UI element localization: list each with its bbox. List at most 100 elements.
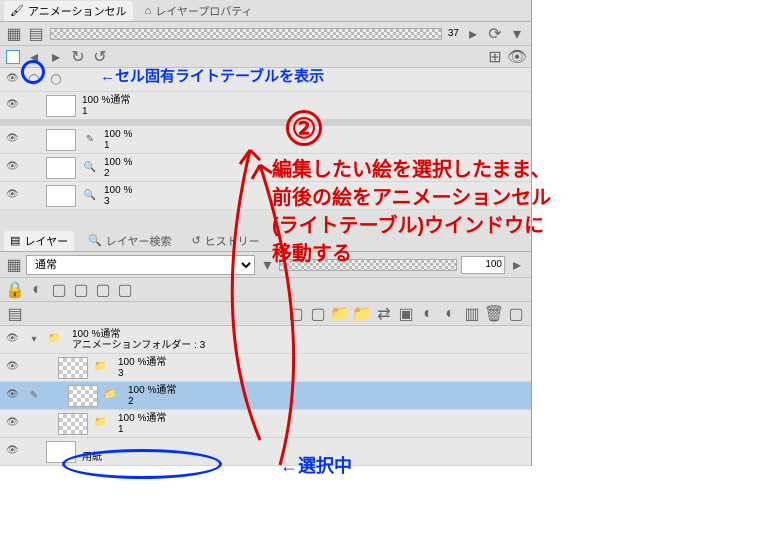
layers-icon: ▤ bbox=[10, 234, 20, 247]
palette-icon[interactable]: ▦ bbox=[6, 257, 22, 273]
cel-toolbar: ▦ ▤ 37 ▸ ⟳ ▾ bbox=[0, 22, 531, 46]
layer-toolbar: ▦ 通常 ▾ ▸ bbox=[0, 252, 531, 278]
layer-thumbnail bbox=[46, 157, 76, 179]
layer-label: 100 %通常 アニメーションフォルダー : 3 bbox=[72, 329, 205, 351]
trash-icon[interactable]: 🗑 bbox=[485, 306, 503, 322]
tab-animation-cel[interactable]: 🖌 アニメーションセル bbox=[4, 1, 133, 21]
search-icon: 🔍 bbox=[88, 234, 102, 247]
loop2-icon[interactable]: ↺ bbox=[92, 49, 108, 65]
tab-history[interactable]: ↺ ヒストリー bbox=[185, 231, 265, 251]
tab-layer[interactable]: ▤ レイヤー bbox=[4, 231, 74, 251]
cel-row-1[interactable]: 👁 ✎ 100 % 1 bbox=[0, 126, 531, 154]
merge-icon[interactable]: ▣ bbox=[397, 306, 415, 322]
visibility-icon[interactable]: 👁 bbox=[6, 133, 20, 147]
next-icon[interactable]: ▸ bbox=[48, 49, 64, 65]
light-table-icon[interactable]: ◯ bbox=[26, 72, 42, 88]
panel-icon[interactable]: ▤ bbox=[6, 306, 24, 322]
prev-icon[interactable]: ◂ bbox=[26, 49, 42, 65]
eye-icon[interactable]: 👁 bbox=[509, 49, 525, 65]
new-folder-2-icon[interactable]: 📁 bbox=[353, 306, 371, 322]
cel-label: 100 %通常 1 bbox=[82, 95, 130, 117]
layer-thumbnail bbox=[46, 129, 76, 151]
collapse-icon[interactable]: ▢ bbox=[507, 306, 525, 322]
cel-label: 100 % 3 bbox=[104, 185, 132, 207]
layer-thumbnail bbox=[58, 413, 88, 435]
chevron-down-icon[interactable]: ▾ bbox=[259, 257, 275, 273]
loop-icon[interactable]: ↻ bbox=[70, 49, 86, 65]
cel-toolbar-2: ◂ ▸ ↻ ↺ ⊞ 👁 bbox=[0, 46, 531, 68]
visibility-icon[interactable]: 👁 bbox=[6, 73, 20, 87]
tab-label: レイヤー bbox=[24, 233, 68, 249]
select-tool-icon[interactable] bbox=[6, 50, 20, 64]
layer-row-2-selected[interactable]: 👁 ✎ 📁 100 %通常 2 bbox=[0, 382, 531, 410]
opacity-pattern bbox=[50, 28, 442, 40]
palette-icon[interactable]: ▦ bbox=[6, 26, 22, 42]
chevron-icon[interactable]: ▸ bbox=[465, 26, 481, 42]
layer-toolbar-2: 🔒 ◐ ▢ ▢ ▢ ▢ bbox=[0, 278, 531, 302]
light-table-row: 👁 ◯ ◯ bbox=[0, 68, 531, 92]
chevron-icon[interactable]: ▸ bbox=[509, 257, 525, 273]
layer-label: 100 %通常 3 bbox=[118, 357, 166, 379]
layer-thumbnail bbox=[68, 385, 98, 407]
opacity-value: 37 bbox=[448, 28, 459, 39]
tab-layer-property[interactable]: ⌂ レイヤープロパティ bbox=[139, 1, 259, 21]
tab-layer-search[interactable]: 🔍 レイヤー検索 bbox=[82, 231, 177, 251]
mask-2-icon[interactable]: ◐ bbox=[441, 306, 459, 322]
expand-icon[interactable]: ⊞ bbox=[487, 49, 503, 65]
visibility-icon[interactable]: 👁 bbox=[6, 361, 20, 375]
draft-icon[interactable]: ▢ bbox=[72, 282, 90, 298]
blend-mode-select[interactable]: 通常 bbox=[26, 255, 255, 275]
pen-icon: ✎ bbox=[26, 388, 42, 404]
opacity-input[interactable] bbox=[461, 256, 505, 274]
folder-icon: 📁 bbox=[94, 361, 112, 375]
cel-label: 100 % 2 bbox=[104, 157, 132, 179]
lock-icon[interactable]: 🔒 bbox=[6, 282, 24, 298]
visibility-icon[interactable]: 👁 bbox=[6, 189, 20, 203]
layer-thumbnail bbox=[46, 95, 76, 117]
new-folder-icon[interactable]: 📁 bbox=[331, 306, 349, 322]
clip-icon[interactable]: ◐ bbox=[28, 282, 46, 298]
visibility-icon[interactable]: 👁 bbox=[6, 333, 20, 347]
house-icon: ⌂ bbox=[145, 5, 152, 17]
cel-row-2[interactable]: 👁 🔍 100 % 2 bbox=[0, 154, 531, 182]
tab-label: ヒストリー bbox=[205, 233, 260, 249]
cel-header-row[interactable]: 👁 100 %通常 1 bbox=[0, 92, 531, 120]
layer-row-3[interactable]: 👁 📁 100 %通常 3 bbox=[0, 354, 531, 382]
brush-icon: 🖌 bbox=[10, 4, 24, 17]
visibility-icon[interactable]: 👁 bbox=[6, 161, 20, 175]
search-icon[interactable]: 🔍 bbox=[82, 160, 98, 176]
edit-icon[interactable]: ✎ bbox=[82, 132, 98, 148]
transfer-icon[interactable]: ⇄ bbox=[375, 306, 393, 322]
layer-label: 100 %通常 2 bbox=[128, 385, 176, 407]
new-layer-2-icon[interactable]: ▢ bbox=[309, 306, 327, 322]
layer-folder-row[interactable]: 👁 ▾ 📁 100 %通常 アニメーションフォルダー : 3 bbox=[0, 326, 531, 354]
new-layer-icon[interactable]: ▢ bbox=[287, 306, 305, 322]
chevron-down-icon[interactable]: ▾ bbox=[26, 332, 42, 348]
ref-icon[interactable]: ▢ bbox=[50, 282, 68, 298]
annotation-selected-ellipse bbox=[62, 449, 222, 479]
layers-icon[interactable]: ▤ bbox=[28, 26, 44, 42]
tab-label: レイヤー検索 bbox=[106, 233, 172, 249]
tab-label: アニメーションセル bbox=[28, 3, 127, 19]
layer-label: 100 %通常 1 bbox=[118, 413, 166, 435]
menu-icon[interactable]: ▥ bbox=[463, 306, 481, 322]
mask-icon[interactable]: ▢ bbox=[94, 282, 112, 298]
visibility-icon[interactable]: 👁 bbox=[6, 445, 20, 459]
light-table-icon-2[interactable]: ◯ bbox=[48, 72, 64, 88]
visibility-icon[interactable]: 👁 bbox=[6, 417, 20, 431]
cel-label: 100 % 1 bbox=[104, 129, 132, 151]
visibility-icon[interactable]: 👁 bbox=[6, 99, 20, 113]
tab-label: レイヤープロパティ bbox=[155, 3, 252, 19]
gear-icon[interactable]: ▾ bbox=[509, 26, 525, 42]
folder-icon: 📁 bbox=[94, 417, 112, 431]
ruler-icon[interactable]: ▢ bbox=[116, 282, 134, 298]
folder-icon: 📁 bbox=[104, 389, 122, 403]
mask-icon[interactable]: ◐ bbox=[419, 306, 437, 322]
search-icon[interactable]: 🔍 bbox=[82, 188, 98, 204]
layer-row-1[interactable]: 👁 📁 100 %通常 1 bbox=[0, 410, 531, 438]
refresh-icon[interactable]: ⟳ bbox=[487, 26, 503, 42]
visibility-icon[interactable]: 👁 bbox=[6, 389, 20, 403]
layer-thumbnail bbox=[46, 185, 76, 207]
cel-row-3[interactable]: 👁 🔍 100 % 3 bbox=[0, 182, 531, 210]
opacity-pattern bbox=[279, 259, 457, 271]
